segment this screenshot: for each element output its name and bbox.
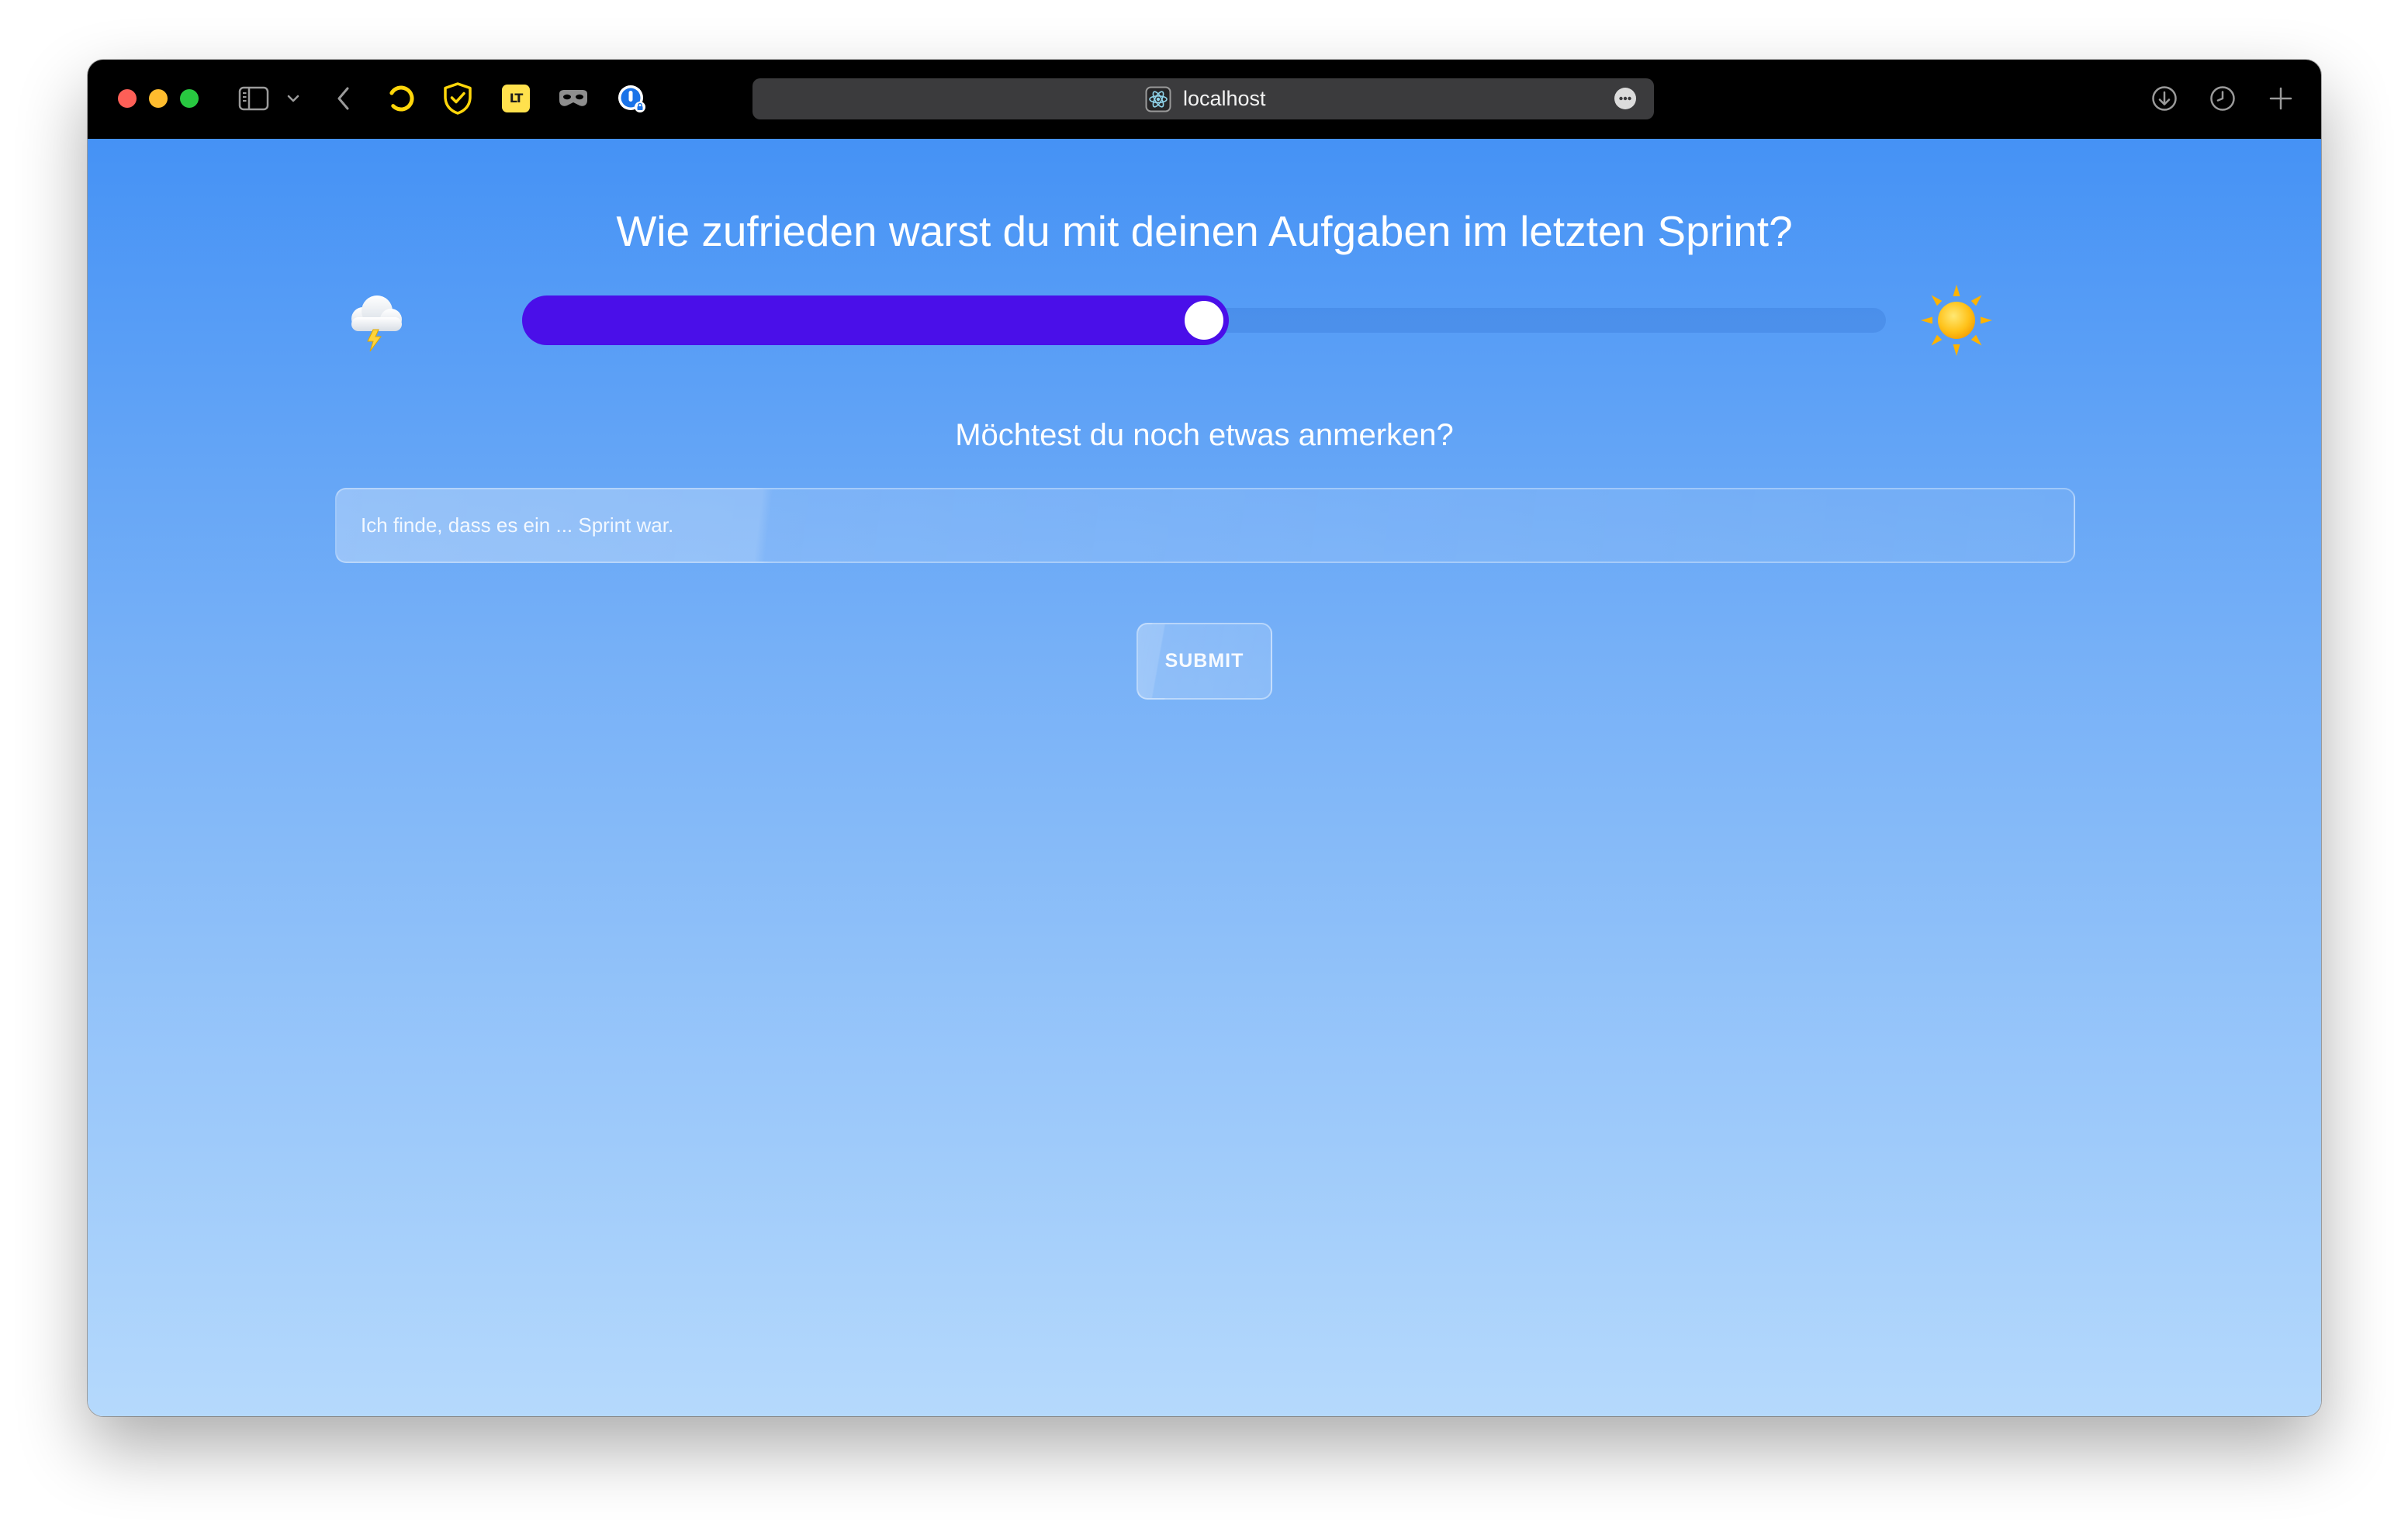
password-manager-icon[interactable] xyxy=(616,83,647,114)
satisfaction-slider[interactable] xyxy=(522,295,1886,345)
languagetool-icon[interactable]: LT xyxy=(502,85,530,112)
submit-button[interactable]: SUBMIT xyxy=(1137,623,1272,700)
comment-prompt: Möchtest du noch etwas anmerken? xyxy=(955,418,1454,452)
maximize-window-button[interactable] xyxy=(180,89,199,108)
shield-check-icon[interactable] xyxy=(442,81,473,116)
address-text: localhost xyxy=(1183,87,1266,110)
survey-page: Wie zufrieden warst du mit deinen Aufgab… xyxy=(88,139,2321,1416)
comment-input[interactable] xyxy=(335,488,2075,563)
sidebar-icon[interactable] xyxy=(238,86,269,111)
back-arrow-icon[interactable] xyxy=(336,85,351,112)
chevron-down-icon[interactable] xyxy=(287,95,299,102)
new-tab-plus-icon[interactable] xyxy=(2268,85,2294,112)
sun-icon xyxy=(1919,283,1994,361)
minimize-window-button[interactable] xyxy=(149,89,168,108)
history-clock-icon[interactable] xyxy=(2209,85,2236,112)
download-icon[interactable] xyxy=(2151,85,2178,112)
slider-fill xyxy=(522,295,1229,345)
thunder-cloud-icon xyxy=(337,283,412,361)
mask-icon[interactable] xyxy=(557,87,590,110)
address-bar[interactable]: localhost xyxy=(752,78,1654,119)
close-window-button[interactable] xyxy=(118,89,137,108)
browser-titlebar: LT localhost xyxy=(88,60,2321,139)
browser-window: LT localhost Wie zufrieden warst du mit … xyxy=(88,60,2321,1416)
satisfaction-question: Wie zufrieden warst du mit deinen Aufgab… xyxy=(616,207,1793,255)
slider-thumb[interactable] xyxy=(1182,298,1226,343)
react-site-icon xyxy=(1145,86,1171,112)
loading-spinner-icon[interactable] xyxy=(386,83,417,114)
more-options-icon[interactable] xyxy=(1614,87,1637,110)
